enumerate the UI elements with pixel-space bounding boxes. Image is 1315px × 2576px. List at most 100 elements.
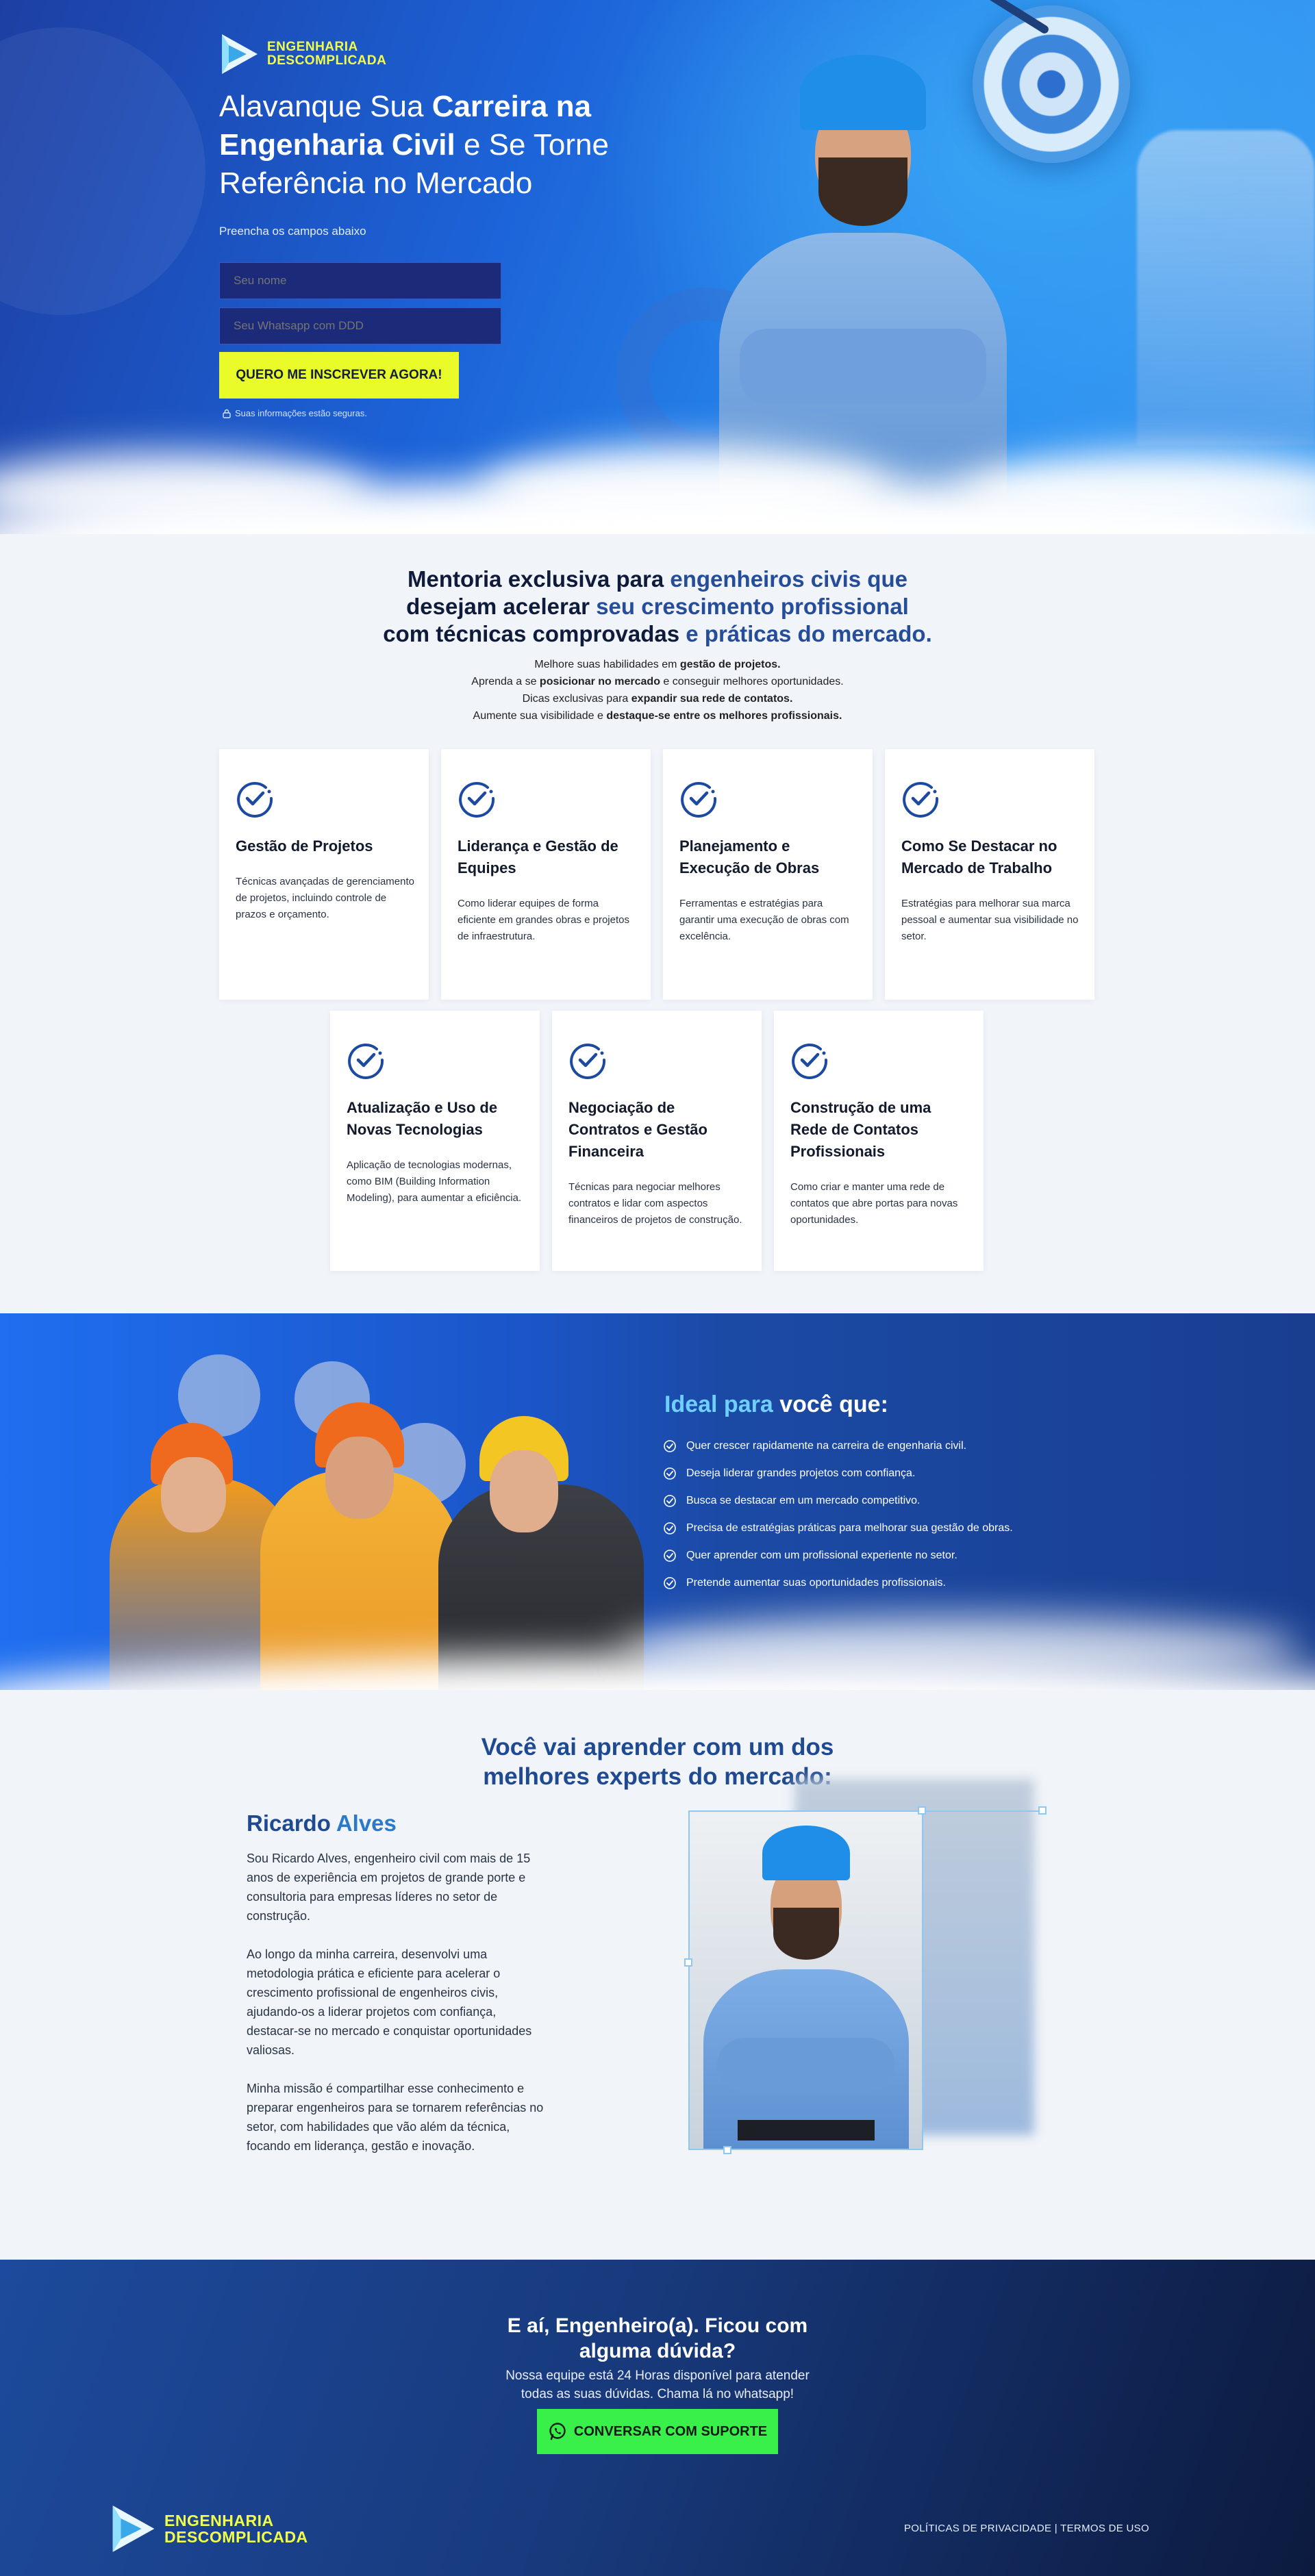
benefit-bold: expandir sua rede de contatos. (631, 693, 793, 705)
card-text: Técnicas para negociar melhores contrato… (568, 1181, 742, 1226)
card-text: Como criar e manter uma rede de contatos… (790, 1181, 958, 1226)
logo-line2: DESCOMPLICADA (267, 53, 387, 68)
expert-last-name: Alves (330, 1810, 397, 1836)
ideal-title: Ideal para você que: (664, 1391, 888, 1418)
logo-text: ENGENHARIA DESCOMPLICADA (164, 2512, 308, 2545)
ideal-item-text: Pretende aumentar suas oportunidades pro… (686, 1577, 946, 1589)
form-hint: Preencha os campos abaixo (219, 225, 366, 238)
expert-first-name: Ricardo (247, 1810, 331, 1836)
card-title: Construção de uma Rede de Contatos Profi… (790, 1099, 931, 1160)
ideal-item: Quer crescer rapidamente na carreira de … (663, 1439, 966, 1453)
card-title: Gestão de Projetos (236, 837, 373, 855)
headline-part: Alavanque Sua (219, 90, 432, 123)
ideal-title-rest: você que: (773, 1391, 888, 1417)
ideal-item-text: Quer crescer rapidamente na carreira de … (686, 1440, 967, 1452)
contact-title-line: E aí, Engenheiro(a). Ficou com (507, 2314, 808, 2337)
benefit-text: Dicas exclusivas para (522, 693, 631, 705)
title-part: desejam acelerar (406, 594, 597, 619)
whatsapp-support-button[interactable]: CONVERSAR COM SUPORTE (537, 2409, 778, 2454)
expert-photo (688, 1810, 923, 2150)
logo-line1: ENGENHARIA (164, 2511, 274, 2529)
expert-bio-1: Sou Ricardo Alves, engenheiro civil com … (247, 1852, 531, 1923)
ideal-title-highlight: Ideal para (664, 1391, 773, 1417)
ideal-section: Ideal para você que: Quer crescer rapida… (0, 1313, 1315, 1690)
topic-card: Construção de uma Rede de Contatos Profi… (774, 1011, 984, 1271)
logo-mark-icon (112, 2505, 155, 2552)
subscribe-button[interactable]: QUERO ME INSCREVER AGORA! (219, 352, 459, 399)
hero-headline: Alavanque Sua Carreira na Engenharia Civ… (219, 88, 658, 203)
benefit-bold: gestão de projetos. (679, 659, 781, 670)
benefit-line: Aumente sua visibilidade e destaque-se e… (315, 707, 1000, 724)
team-workers-image (96, 1341, 658, 1690)
check-circle-icon (459, 781, 495, 818)
benefit-text: Aprenda a se (471, 676, 540, 687)
benefit-text: Aumente sua visibilidade e (473, 710, 607, 722)
expert-section: Você vai aprender com um dos melhores ex… (0, 1690, 1315, 2260)
title-highlight: seu crescimento (596, 594, 775, 619)
check-icon (664, 1495, 676, 1507)
topic-card: Liderança e Gestão de Equipes Como lider… (441, 749, 651, 1000)
check-icon (664, 1440, 676, 1452)
card-text: Técnicas avançadas de gerenciamento de p… (236, 876, 414, 920)
ideal-item: Pretende aumentar suas oportunidades pro… (663, 1576, 946, 1590)
logo-line2: DESCOMPLICADA (164, 2528, 308, 2546)
hero-section: ENGENHARIA DESCOMPLICADA Alavanque Sua C… (0, 0, 1315, 534)
ideal-item: Quer aprender com um profissional experi… (663, 1549, 957, 1563)
card-title: Como Se Destacar no Mercado de Trabalho (901, 837, 1057, 876)
lock-icon (223, 409, 231, 418)
check-circle-icon (570, 1043, 606, 1079)
contact-section: E aí, Engenheiro(a). Ficou com alguma dú… (0, 2260, 1315, 2576)
mentoria-benefits: Melhore suas habilidades em gestão de pr… (315, 656, 1000, 724)
hero-cloud (479, 445, 890, 534)
card-title: Planejamento e Execução de Obras (679, 837, 820, 876)
frame-handle (684, 1958, 692, 1967)
secure-text: Suas informações estão seguras. (235, 408, 367, 418)
ideal-item: Busca se destacar em um mercado competit… (663, 1494, 920, 1508)
secure-note: Suas informações estão seguras. (223, 408, 367, 418)
title-part: com técnicas comprovadas (383, 621, 680, 646)
frame-handle (1038, 1806, 1047, 1815)
benefit-text: e conseguir melhores oportunidades. (660, 676, 844, 687)
contact-title: E aí, Engenheiro(a). Ficou com alguma dú… (452, 2313, 863, 2364)
topic-card: Atualização e Uso de Novas Tecnologias A… (330, 1011, 540, 1271)
engineer-portrait (712, 27, 1014, 520)
logo-line1: ENGENHARIA (267, 40, 358, 55)
check-circle-icon (237, 781, 273, 818)
ideal-item-text: Deseja liderar grandes projetos com conf… (686, 1467, 916, 1479)
check-circle-icon (681, 781, 717, 818)
logo-text: ENGENHARIA DESCOMPLICADA (267, 40, 386, 68)
card-title: Negociação de Contratos e Gestão Finance… (568, 1099, 707, 1160)
check-circle-icon (792, 1043, 828, 1079)
expert-name: Ricardo Alves (247, 1810, 397, 1836)
expert-title-line: Você vai aprender com um dos (481, 1734, 834, 1760)
benefit-bold: posicionar no mercado (539, 676, 660, 687)
brand-logo[interactable]: ENGENHARIA DESCOMPLICADA (219, 31, 386, 77)
ideal-cloud (616, 1615, 1301, 1683)
contact-subtitle-line: todas as suas dúvidas. Chama lá no whats… (521, 2387, 794, 2401)
title-part: Mentoria exclusiva (408, 566, 616, 592)
title-highlight: e (679, 621, 705, 646)
check-icon (664, 1522, 676, 1535)
title-highlight: práticas do mercado. (704, 621, 932, 646)
check-icon (664, 1577, 676, 1589)
expert-bio-2: Ao longo da minha carreira, desenvolvi u… (247, 1947, 532, 2057)
card-text: Aplicação de tecnologias modernas, como … (347, 1159, 522, 1204)
ideal-item-text: Quer aprender com um profissional experi… (686, 1550, 957, 1561)
contact-subtitle: Nossa equipe está 24 Horas disponível pa… (452, 2366, 863, 2403)
name-input[interactable] (219, 262, 501, 299)
card-title: Liderança e Gestão de Equipes (458, 837, 618, 876)
contact-subtitle-line: Nossa equipe está 24 Horas disponível pa… (505, 2369, 810, 2383)
footer-logo[interactable]: ENGENHARIA DESCOMPLICADA (110, 2502, 308, 2555)
check-icon (664, 1550, 676, 1562)
ideal-item-text: Precisa de estratégias práticas para mel… (686, 1522, 1013, 1534)
card-text: Como liderar equipes de forma eficiente … (458, 898, 629, 942)
contact-title-line: alguma dúvida? (579, 2340, 736, 2362)
card-text: Ferramentas e estratégias para garantir … (679, 898, 849, 942)
topic-card: Planejamento e Execução de Obras Ferrame… (663, 749, 873, 1000)
benefit-line: Melhore suas habilidades em gestão de pr… (315, 656, 1000, 673)
whatsapp-input[interactable] (219, 307, 501, 344)
logo-mark-icon (222, 34, 258, 74)
footer-links[interactable]: POLÍTICAS DE PRIVACIDADE | TERMOS DE USO (904, 2523, 1149, 2534)
title-part: para (616, 566, 671, 592)
title-highlight: profissional (774, 594, 909, 619)
